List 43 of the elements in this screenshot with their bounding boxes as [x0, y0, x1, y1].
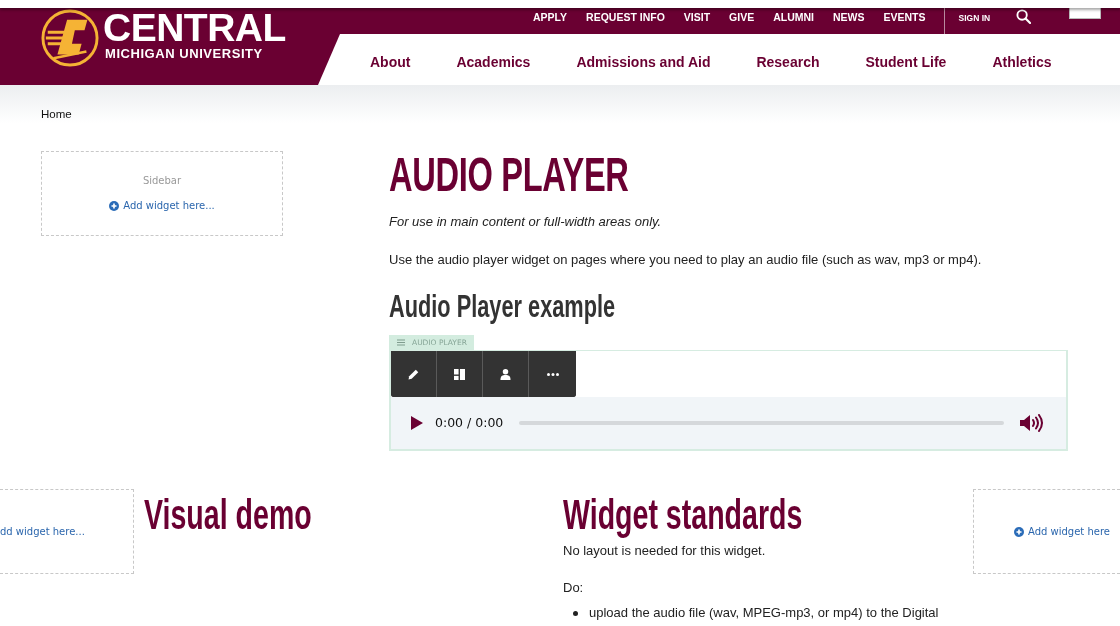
play-icon[interactable] — [411, 416, 423, 430]
section-heading: Visual demo — [144, 492, 312, 538]
bullet-icon — [573, 610, 578, 616]
intro-text: Use the audio player widget on pages where you need to play an audio file (such as wav, mp3 or mp4). — [389, 251, 982, 269]
add-widget-link[interactable]: dd widget here... — [0, 525, 85, 538]
note-text: For use in main content or full-width areas only. — [389, 213, 662, 231]
add-widget-link[interactable]: Add widget here — [1014, 525, 1110, 538]
logo-wordmark: CENTRAL — [103, 10, 286, 46]
time-readout: 0:00 / 0:00 — [435, 415, 504, 431]
utility-link[interactable]: GIVE — [729, 11, 755, 24]
nav-link[interactable]: Student Life — [865, 48, 947, 71]
pencil-icon — [408, 368, 419, 380]
nav-link[interactable]: Admissions and Aid — [576, 48, 711, 71]
section-heading: Audio Player example — [389, 288, 616, 324]
breadcrumb-link[interactable]: Home — [41, 108, 72, 120]
utility-link[interactable]: APPLY — [533, 11, 568, 24]
utility-link[interactable]: REQUEST INFO — [586, 11, 665, 24]
plus-circle-icon — [109, 201, 120, 211]
list-item-text: upload the audio file (wav, MPEG-mp3, or mp4) to the Digital — [589, 605, 939, 621]
plus-circle-icon — [1014, 526, 1024, 537]
user-icon — [500, 368, 511, 380]
nav-link[interactable]: Athletics — [992, 48, 1052, 71]
body-text: No layout is needed for this widget. — [563, 542, 766, 560]
utility-link[interactable]: EVENTS — [883, 11, 926, 24]
utility-link[interactable]: NEWS — [833, 11, 865, 24]
utility-link[interactable]: VISIT — [683, 11, 711, 24]
section-heading: Widget standards — [563, 492, 803, 538]
nav-link[interactable]: Research — [756, 48, 820, 71]
body-text: Do: — [563, 579, 584, 597]
page-title: AUDIO PLAYER — [389, 151, 629, 199]
search-icon[interactable] — [1016, 9, 1032, 24]
volume-icon[interactable] — [1020, 414, 1044, 432]
sign-in-link[interactable]: SIGN IN — [958, 13, 991, 23]
menu-icon — [397, 339, 405, 346]
input-field[interactable] — [1069, 8, 1102, 19]
nav-link[interactable]: Academics — [456, 48, 531, 71]
region-label: Sidebar — [142, 175, 182, 187]
add-widget-link[interactable]: Add widget here... — [109, 200, 215, 212]
layout-icon — [454, 368, 465, 380]
nav-link[interactable]: About — [370, 48, 411, 71]
more-icon — [546, 372, 559, 376]
utility-link[interactable]: ALUMNI — [773, 11, 814, 24]
logo-subtitle: MICHIGAN UNIVERSITY — [105, 46, 263, 61]
